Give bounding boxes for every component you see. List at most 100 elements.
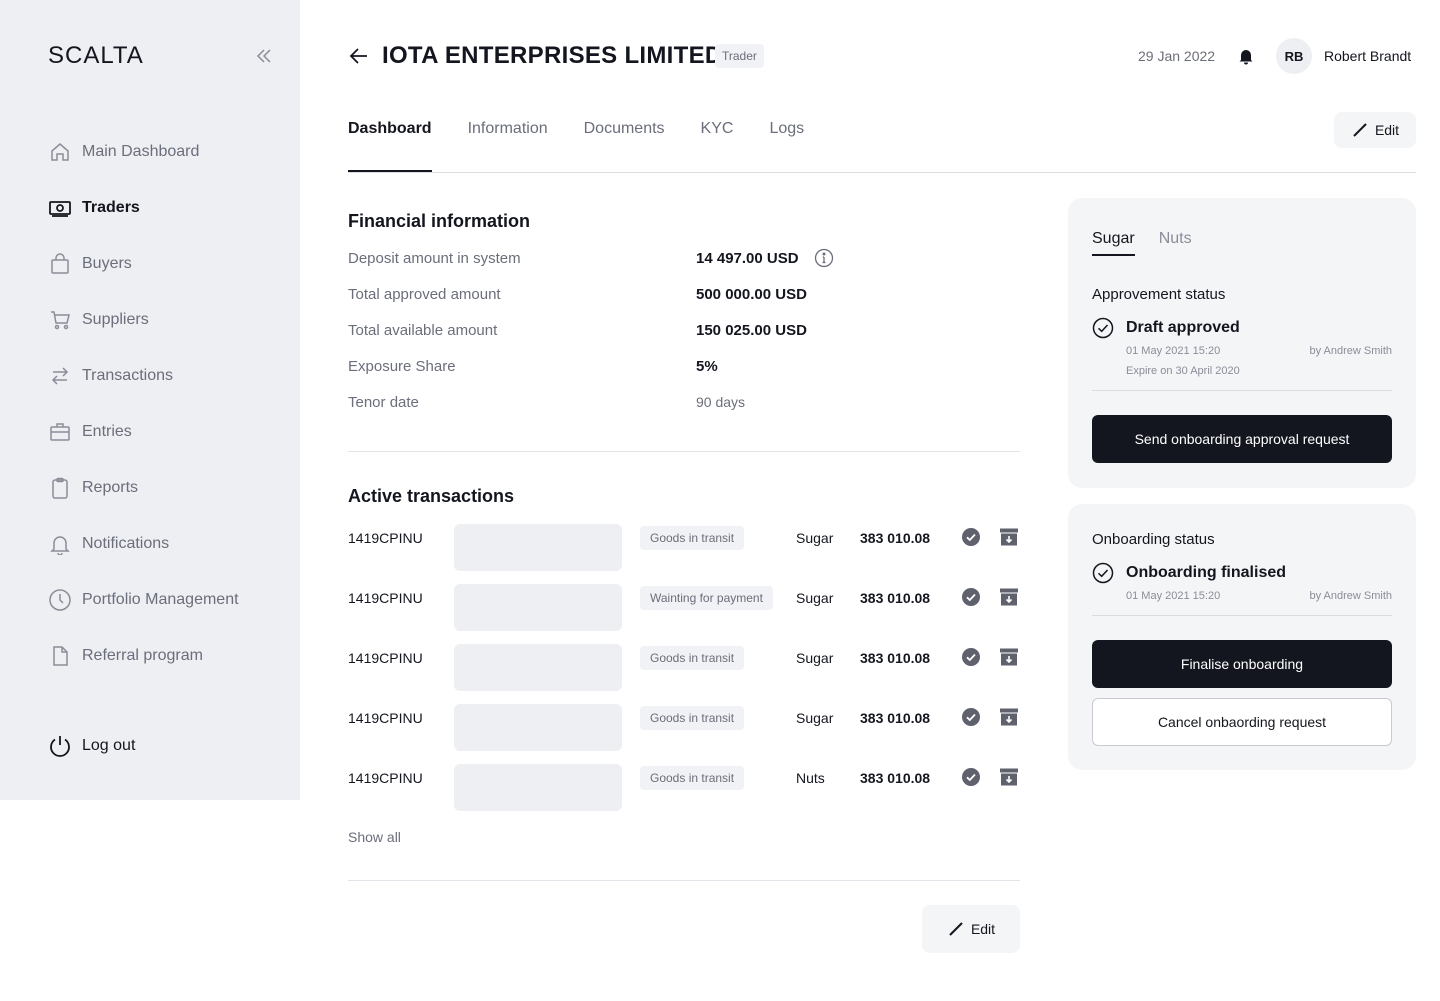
notification-bell-icon[interactable] [1237,47,1255,65]
edit-button-bottom[interactable]: Edit [922,905,1020,953]
shopping-bag-icon [48,252,72,276]
sidebar-item-reports[interactable]: Reports [48,474,239,502]
financial-label: Total available amount [348,322,498,339]
sidebar-item-label: Buyers [82,255,132,272]
status-badge: Goods in transit [640,766,745,790]
section-divider [348,451,1020,452]
clipboard-icon [48,476,72,500]
cancel-onboarding-request-button[interactable]: Cancel onbaording request [1092,698,1392,746]
user-avatar[interactable]: RB [1276,38,1312,74]
table-row[interactable]: 1419CPINU Goods in transit Nuts 383 010.… [348,764,1020,812]
status-badge: Goods in transit [640,706,745,730]
sidebar-item-buyers[interactable]: Buyers [48,250,239,278]
check-circle-icon [962,588,980,606]
info-icon[interactable] [814,248,834,268]
archive-icon[interactable] [999,527,1019,547]
transaction-id: 1419CPINU [348,590,423,606]
transaction-product: Sugar [796,590,834,606]
archive-icon[interactable] [999,587,1019,607]
table-row[interactable]: 1419CPINU Goods in transit Sugar 383 010… [348,524,1020,572]
approval-date: 01 May 2021 15:20 [1126,345,1221,357]
approval-expire: Expire on 30 April 2020 [1126,365,1240,377]
tab-sugar[interactable]: Sugar [1092,230,1135,256]
financial-row: Total approved amount 500 000.00 USD [348,286,1020,310]
financial-label: Tenor date [348,394,419,411]
tab-information[interactable]: Information [468,120,548,168]
sidebar-item-entries[interactable]: Entries [48,418,239,446]
app-logo[interactable]: SCALTA [48,42,144,70]
table-row[interactable]: 1419CPINU Wainting for payment Sugar 383… [348,584,1020,632]
send-approval-request-button[interactable]: Send onboarding approval request [1092,415,1392,463]
edit-button[interactable]: Edit [1334,112,1416,148]
collapse-sidebar-icon[interactable] [254,46,274,66]
financial-label: Deposit amount in system [348,250,521,267]
transaction-product: Sugar [796,530,834,546]
tab-dashboard[interactable]: Dashboard [348,120,432,168]
active-tab-indicator [348,170,432,172]
sidebar-item-label: Referral program [82,647,203,664]
sidebar-item-suppliers[interactable]: Suppliers [48,306,239,334]
transaction-id: 1419CPINU [348,770,423,786]
card-divider [1092,390,1392,391]
tab-kyc[interactable]: KYC [701,120,734,168]
product-tabs: Sugar Nuts [1092,230,1216,256]
user-name[interactable]: Robert Brandt [1324,48,1411,64]
show-all-link[interactable]: Show all [348,829,401,845]
financial-value: 14 497.00 USD [696,250,799,267]
sidebar-item-label: Entries [82,423,132,440]
archive-icon[interactable] [999,647,1019,667]
tabs-divider [348,172,1416,173]
sidebar-item-transactions[interactable]: Transactions [48,362,239,390]
transaction-product: Nuts [796,770,825,786]
sidebar-item-portfolio-management[interactable]: Portfolio Management [48,586,239,614]
transaction-id: 1419CPINU [348,530,423,546]
sidebar-item-referral-program[interactable]: Referral program [48,642,239,670]
archive-icon[interactable] [999,707,1019,727]
logout-button[interactable]: Log out [48,734,135,758]
archive-icon[interactable] [999,767,1019,787]
sidebar-item-label: Notifications [82,535,170,552]
logout-label: Log out [82,737,136,754]
sidebar: SCALTA Main Dashboard Traders Buyers Sup… [0,0,300,800]
sidebar-item-label: Traders [82,199,140,216]
transaction-amount: 383 010.08 [860,590,931,606]
onboarding-status-card: Onboarding status Onboarding finalised 0… [1068,504,1416,770]
sidebar-item-notifications[interactable]: Notifications [48,530,239,558]
approval-status-label: Approvement status [1092,286,1226,303]
edit-label: Edit [970,921,996,937]
back-arrow-icon[interactable] [348,45,370,67]
table-row[interactable]: 1419CPINU Goods in transit Sugar 383 010… [348,644,1020,692]
tab-logs[interactable]: Logs [769,120,804,168]
pencil-icon [949,922,963,936]
tab-documents[interactable]: Documents [584,120,665,168]
transaction-amount: 383 010.08 [860,650,931,666]
approval-status-text: Draft approved [1126,319,1240,336]
financial-section-title: Financial information [348,211,531,231]
finalise-onboarding-button[interactable]: Finalise onboarding [1092,640,1392,688]
onboarding-status-label: Onboarding status [1092,531,1215,548]
role-badge: Trader [715,44,764,68]
table-row[interactable]: 1419CPINU Goods in transit Sugar 383 010… [348,704,1020,752]
sidebar-nav: Main Dashboard Traders Buyers Suppliers … [48,138,239,698]
transaction-amount: 383 010.08 [860,530,931,546]
check-circle-outline-icon [1092,562,1114,584]
sidebar-item-label: Suppliers [82,311,149,328]
sidebar-item-label: Transactions [82,367,173,384]
page-tabs: Dashboard Information Documents KYC Logs [348,120,840,168]
onboarding-status-text: Onboarding finalised [1126,564,1287,581]
sidebar-item-main-dashboard[interactable]: Main Dashboard [48,138,239,166]
briefcase-icon [48,420,72,444]
transaction-placeholder [454,704,622,751]
cart-icon [48,308,72,332]
transaction-product: Sugar [796,650,834,666]
financial-value: 5% [696,358,718,375]
approval-status: Draft approved [1092,317,1240,339]
sidebar-item-traders[interactable]: Traders [48,194,239,222]
financial-value: 150 025.00 USD [696,322,807,339]
home-icon [48,140,72,164]
financial-value: 90 days [696,394,746,410]
transaction-placeholder [454,764,622,811]
status-badge: Goods in transit [640,646,745,670]
tab-nuts[interactable]: Nuts [1159,230,1192,256]
approval-by: by Andrew Smith [1309,345,1392,357]
